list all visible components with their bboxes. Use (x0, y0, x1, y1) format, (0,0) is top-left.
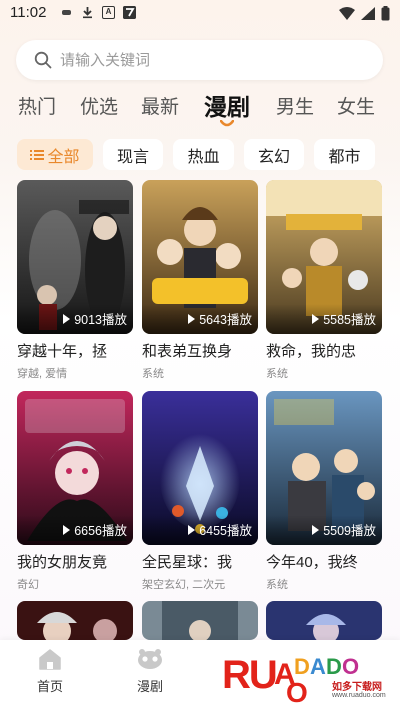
drama-card[interactable] (142, 601, 258, 640)
a-icon: A (102, 6, 115, 19)
filter-label: 现言 (116, 148, 149, 166)
tab-latest[interactable]: 最新 (141, 92, 179, 119)
tab-hot[interactable]: 热门 (18, 92, 56, 119)
filter-all-label: 全部 (47, 148, 80, 166)
svg-text:D: D (326, 654, 342, 679)
play-icon (312, 524, 320, 535)
drama-title: 全民星球：我 (142, 554, 233, 571)
search-bar[interactable] (16, 40, 383, 80)
drama-tags: 系统 (142, 368, 164, 380)
drama-card[interactable]: 5643播放 和表弟互换身 系统 (142, 180, 258, 380)
filter-urban[interactable]: 都市 (314, 139, 375, 170)
drama-card[interactable]: 9013播放 穿越十年，拯 穿越, 爱情 (17, 180, 133, 380)
svg-text:O: O (286, 677, 308, 706)
search-icon (34, 51, 52, 69)
drama-card[interactable]: 6455播放 全民星球：我 架空玄幻, 二次元 (142, 391, 258, 591)
nav-comic-drama-label: 漫剧 (136, 679, 163, 694)
svg-text:A: A (310, 654, 326, 679)
drama-card[interactable]: 5585播放 救命，我的忠 系统 (266, 180, 382, 380)
svg-text:O: O (342, 654, 359, 679)
play-icon (188, 524, 196, 535)
drama-cover: 5509播放 (266, 391, 382, 545)
status-bar: 11:02 A (0, 0, 400, 28)
filter-label: 都市 (328, 148, 361, 166)
tab-comic-drama[interactable]: 漫剧 (204, 88, 250, 122)
status-icons-right (339, 6, 390, 26)
filter-fantasy[interactable]: 玄幻 (244, 139, 304, 170)
play-icon (312, 313, 320, 324)
drama-cover: 6455播放 (142, 391, 258, 545)
filter-hot-blood[interactable]: 热血 (173, 139, 234, 170)
drama-card[interactable]: 5509播放 今年40，我终 系统 (266, 391, 382, 591)
drama-title: 今年40，我终 (266, 554, 358, 571)
drama-card[interactable]: 6656播放 我的女朋友竟 奇幻 (17, 391, 133, 591)
list-icon (30, 149, 45, 160)
drama-title: 穿越十年，拯 (17, 343, 108, 360)
drama-card[interactable] (266, 601, 382, 640)
drama-cover (266, 601, 382, 640)
filter-label: 热血 (187, 148, 220, 166)
drama-title: 我的女朋友竟 (17, 554, 108, 571)
nav-comic-drama[interactable]: 漫剧 (120, 648, 180, 695)
svg-text:RU: RU (222, 653, 276, 697)
battery-icon (381, 6, 390, 26)
wifi-icon (339, 7, 355, 25)
tab-male[interactable]: 男生 (276, 92, 314, 119)
tab-active-indicator (220, 120, 234, 127)
filter-modern-romance[interactable]: 现言 (103, 139, 163, 170)
play-count: 5643播放 (188, 309, 252, 328)
play-count: 5585播放 (312, 309, 376, 328)
category-tabs: 热门 优选 最新 漫剧 男生 女生 (0, 88, 400, 132)
drama-cover (142, 601, 258, 640)
drama-cover: 5643播放 (142, 180, 258, 334)
drama-tags: 穿越, 爱情 (17, 368, 68, 380)
tab-female[interactable]: 女生 (337, 92, 375, 119)
play-count: 9013播放 (63, 309, 127, 328)
drama-title: 救命，我的忠 (266, 343, 357, 360)
drama-tags: 架空玄幻, 二次元 (142, 579, 226, 591)
filter-chips: 全部 现言 热血 玄幻 都市 (0, 139, 400, 171)
watermark-subtitle: 如多下载网 (332, 682, 382, 693)
signal-icon (361, 7, 375, 25)
drama-cover (17, 601, 133, 640)
play-icon (63, 524, 71, 535)
nav-home[interactable]: 首页 (20, 648, 80, 695)
download-icon (81, 6, 94, 19)
drama-cover: 9013播放 (17, 180, 133, 334)
search-input[interactable] (60, 50, 360, 70)
status-icons-left: A (60, 6, 136, 19)
tab-featured[interactable]: 优选 (80, 92, 118, 119)
app-icon (123, 6, 136, 19)
home-icon (39, 649, 61, 670)
watermark-url: www.ruaduo.com (332, 692, 386, 699)
drama-cover: 5585播放 (266, 180, 382, 334)
play-icon (188, 313, 196, 324)
drama-tags: 系统 (266, 579, 288, 591)
status-time: 11:02 (10, 4, 47, 21)
drama-tags: 奇幻 (17, 579, 39, 591)
play-icon (63, 313, 71, 324)
drama-icon (138, 649, 162, 669)
nav-home-label: 首页 (36, 679, 63, 694)
drama-cover: 6656播放 (17, 391, 133, 545)
drama-card[interactable] (17, 601, 133, 640)
play-count: 5509播放 (312, 520, 376, 539)
silent-icon (60, 6, 73, 19)
play-count: 6455播放 (188, 520, 252, 539)
play-count: 6656播放 (63, 520, 127, 539)
filter-label: 玄幻 (257, 148, 290, 166)
svg-text:D: D (294, 654, 310, 679)
drama-tags: 系统 (266, 368, 288, 380)
drama-title: 和表弟互换身 (142, 343, 233, 360)
filter-all[interactable]: 全部 (17, 139, 93, 170)
